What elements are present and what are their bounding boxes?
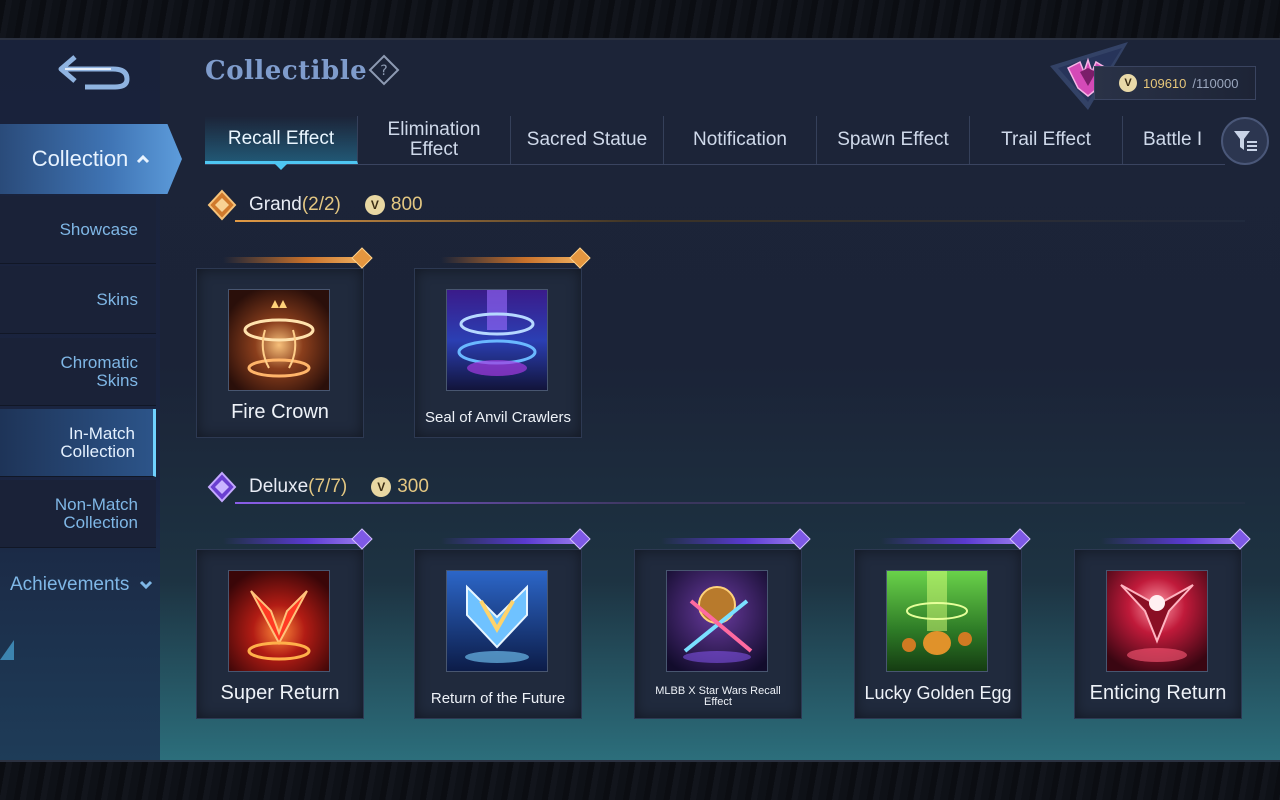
collectible-card-mlbb-x-star-wars-recall-effect[interactable]: MLBB X Star Wars Recall Effect — [634, 528, 811, 719]
collectible-screen: Collection Showcase Skins Chromatic Skin… — [0, 40, 1280, 762]
return-of-the-future-thumbnail — [446, 570, 548, 672]
collectible-card-lucky-golden-egg[interactable]: Lucky Golden Egg — [854, 528, 1031, 719]
deluxe-tier-icon — [207, 471, 237, 503]
tab-trail-effect[interactable]: Trail Effect — [970, 116, 1123, 164]
section-header-deluxe: Deluxe(7/7) V 300 — [205, 470, 1245, 504]
collectible-card-enticing-return[interactable]: Enticing Return — [1074, 528, 1251, 719]
sidebar-item-chromatic-skins[interactable]: Chromatic Skins — [0, 338, 156, 406]
card-tier-stripe — [223, 257, 363, 263]
tab-notification[interactable]: Notification — [664, 116, 817, 164]
card-name: MLBB X Star Wars Recall Effect — [655, 685, 781, 708]
back-arrow-icon — [58, 55, 130, 90]
chevron-down-icon — [140, 580, 153, 590]
svg-text:?: ? — [380, 63, 387, 79]
card-name: Super Return — [220, 682, 340, 704]
tab-spawn-effect[interactable]: Spawn Effect — [817, 116, 970, 164]
tab-battle[interactable]: Battle I — [1123, 116, 1223, 164]
tab-elimination-effect[interactable]: Elimination Effect — [358, 116, 511, 164]
card-tier-stripe — [881, 538, 1021, 544]
grand-corner-icon — [351, 247, 373, 269]
card-tier-stripe — [661, 538, 801, 544]
section-name: Deluxe — [249, 476, 309, 497]
deluxe-corner-icon — [789, 528, 811, 550]
sidebar-item-non-match-collection[interactable]: Non-Match Collection — [0, 480, 156, 548]
section-name: Grand — [249, 194, 302, 215]
super-return-thumbnail — [228, 570, 330, 672]
deluxe-corner-icon — [351, 528, 373, 550]
filter-button[interactable] — [1221, 117, 1269, 165]
category-tabs: Recall Effect Elimination Effect Sacred … — [205, 116, 1225, 165]
enticing-return-thumbnail — [1106, 570, 1208, 672]
section-count: (2/2) — [301, 194, 341, 215]
price-value: 300 — [397, 476, 429, 497]
coin-icon: V — [364, 195, 385, 215]
sidebar-collection-tab[interactable]: Collection — [0, 124, 182, 194]
card-name: Seal of Anvil Crawlers — [425, 409, 571, 426]
deluxe-corner-icon — [1009, 528, 1031, 550]
tab-recall-effect[interactable]: Recall Effect — [205, 116, 358, 164]
section-divider — [235, 502, 1245, 504]
section-price-grand: V 800 — [364, 194, 423, 216]
filter-icon — [1234, 131, 1257, 151]
help-icon[interactable]: ? — [368, 54, 400, 86]
section-title-grand: Grand(2/2) — [249, 194, 341, 216]
seal-of-anvil-crawlers-thumbnail — [446, 289, 548, 391]
deluxe-corner-icon — [1229, 528, 1251, 550]
card-tier-stripe — [223, 538, 363, 544]
left-edge-arrow-icon — [0, 640, 14, 660]
coin-icon: V — [371, 477, 392, 497]
deluxe-corner-icon — [569, 528, 591, 550]
card-name: Return of the Future — [430, 690, 566, 707]
sidebar-item-skins[interactable]: Skins — [0, 266, 156, 334]
collectible-card-seal-of-anvil-crawlers[interactable]: Seal of Anvil Crawlers — [414, 247, 591, 438]
grand-tier-icon — [207, 189, 237, 221]
collection-label: Collection — [31, 146, 129, 171]
sidebar-item-showcase[interactable]: Showcase — [0, 196, 156, 264]
tab-sacred-statue[interactable]: Sacred Statue — [511, 116, 664, 164]
section-divider — [235, 220, 1245, 222]
section-price-deluxe: V 300 — [371, 476, 429, 498]
card-tier-stripe — [441, 538, 581, 544]
section-count: (7/7) — [308, 476, 348, 497]
sidebar-achievements[interactable]: Achievements — [10, 570, 166, 600]
card-name: Fire Crown — [231, 401, 329, 423]
section-header-grand: Grand(2/2) V 800 — [205, 188, 1245, 222]
achievements-label: Achievements — [10, 574, 130, 595]
chevron-up-icon — [137, 154, 150, 164]
sidebar-item-label: In-Match Collection — [60, 423, 135, 461]
price-value: 800 — [390, 194, 423, 215]
sidebar-item-label: Showcase — [59, 219, 138, 239]
star-wars-recall-thumbnail — [666, 570, 768, 672]
sidebar-item-label: Skins — [96, 289, 138, 309]
points-current: 109610 — [1143, 75, 1187, 91]
sidebar-item-label: Non-Match Collection — [54, 494, 138, 532]
collectible-card-super-return[interactable]: Super Return — [196, 528, 373, 719]
points-counter: V 109610/110000 — [1094, 66, 1256, 100]
sidebar-item-in-match-collection[interactable]: In-Match Collection — [0, 409, 156, 477]
card-tier-stripe — [1101, 538, 1241, 544]
card-tier-stripe — [441, 257, 581, 263]
sidebar-item-label: Chromatic Skins — [60, 352, 138, 390]
top-frame — [0, 0, 1280, 40]
collectible-card-fire-crown[interactable]: Fire Crown — [196, 247, 373, 438]
page-title: Collectible — [205, 56, 368, 86]
back-button[interactable] — [52, 48, 138, 94]
grand-corner-icon — [569, 247, 591, 269]
coin-icon: V — [1119, 74, 1137, 92]
fire-crown-thumbnail — [228, 289, 330, 391]
lucky-golden-egg-thumbnail — [886, 570, 988, 672]
points-max: /110000 — [1192, 75, 1239, 91]
collectible-card-return-of-the-future[interactable]: Return of the Future — [414, 528, 591, 719]
section-title-deluxe: Deluxe(7/7) — [249, 476, 347, 498]
card-name: Enticing Return — [1089, 682, 1227, 704]
bottom-frame — [0, 760, 1280, 800]
card-name: Lucky Golden Egg — [864, 683, 1012, 703]
